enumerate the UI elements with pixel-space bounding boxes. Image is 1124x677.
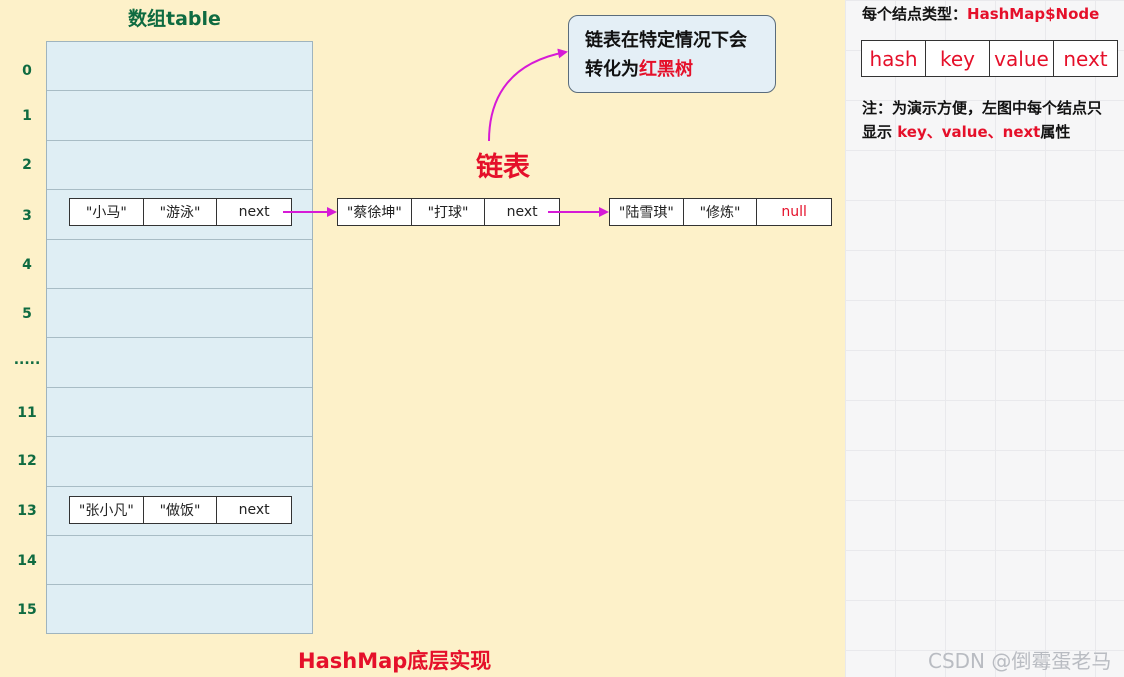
field-hash: hash [862,41,926,76]
note-line-2: 显示 key、value、next属性 [862,120,1102,144]
field-next: next [1063,46,1108,71]
note: 注：为演示方便，左图中每个结点只 显示 key、value、next属性 [862,96,1102,144]
watermark: CSDN @倒霉蛋老马 [928,649,1112,673]
field-value: value [990,41,1054,76]
note-suffix: 属性 [1040,123,1071,141]
node-type-prefix: 每个结点类型： [862,5,968,23]
treeify-callout: 链表在特定情况下会 转化为红黑树 [568,15,776,93]
node-type-caption: 每个结点类型：HashMap$Node [862,3,1099,24]
diagram-canvas: 数组table 0 1 2 3 4 5 ..... 11 12 13 14 15… [0,0,1124,677]
callout-prefix: 转化为 [585,59,639,80]
node-structure: hash key value next [861,40,1118,77]
footer-title: HashMap底层实现 [298,649,492,673]
callout-red-black-tree: 红黑树 [639,59,693,80]
linked-list-label: 链表 [476,152,530,183]
callout-line-2: 转化为红黑树 [585,55,759,84]
note-prefix: 显示 [862,123,898,141]
node-type-name: HashMap$Node [967,5,1100,23]
curved-arrow [488,48,568,142]
callout-line-1: 链表在特定情况下会 [585,30,747,51]
field-key: key [926,41,990,76]
note-fields: key、value、next [897,123,1041,141]
note-line-1: 注：为演示方便，左图中每个结点只 [862,99,1103,117]
